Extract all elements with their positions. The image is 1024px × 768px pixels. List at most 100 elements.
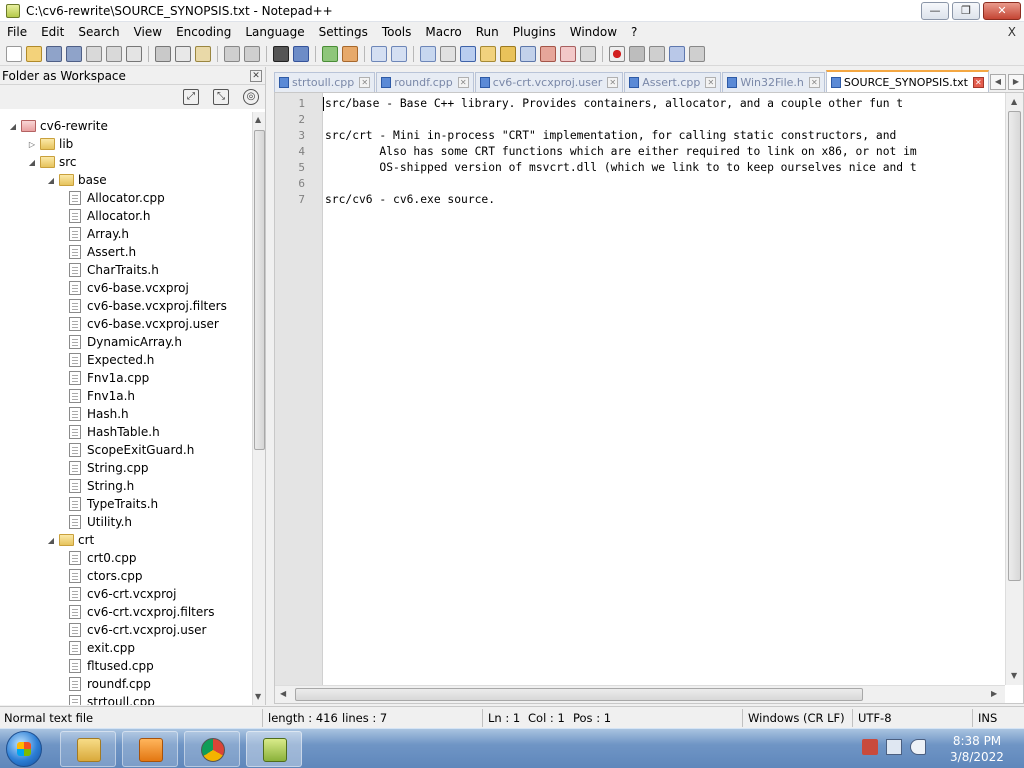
- sync-horizontal-icon[interactable]: [391, 45, 407, 62]
- tree-file[interactable]: cv6-crt.vcxproj.filters: [66, 603, 214, 621]
- cut-icon[interactable]: [155, 45, 171, 62]
- tree-file[interactable]: fltused.cpp: [66, 657, 154, 675]
- code-line[interactable]: Also has some CRT functions which are ei…: [325, 145, 916, 158]
- tree-file[interactable]: Allocator.h: [66, 207, 150, 225]
- panel-close-icon[interactable]: ✕: [250, 69, 262, 82]
- tree-file[interactable]: String.cpp: [66, 459, 148, 477]
- code-line[interactable]: src/cv6 - cv6.exe source.: [325, 193, 495, 206]
- collapse-arrow-icon[interactable]: ◢: [27, 158, 37, 167]
- tree-file[interactable]: cv6-crt.vcxproj: [66, 585, 176, 603]
- tab-source-synopsis[interactable]: SOURCE_SYNOPSIS.txt ✕: [825, 70, 989, 92]
- tree-file[interactable]: ScopeExitGuard.h: [66, 441, 194, 459]
- scroll-down-arrow-icon[interactable]: ▼: [1011, 671, 1017, 680]
- status-eol-format[interactable]: Windows (CR LF): [748, 711, 845, 725]
- code-area[interactable]: src/base - Base C++ library. Provides co…: [323, 93, 1005, 685]
- code-line[interactable]: src/base - Base C++ library. Provides co…: [325, 97, 903, 110]
- menu-plugins[interactable]: Plugins: [506, 25, 563, 39]
- tab-close-icon[interactable]: ✕: [359, 77, 371, 88]
- editor-horizontal-scroll-thumb[interactable]: [295, 688, 863, 701]
- tree-node-crt[interactable]: ◢ crt: [46, 531, 94, 549]
- tab-cv6-crt-vcxproj-user[interactable]: cv6-crt.vcxproj.user ✕: [474, 72, 624, 92]
- tree-file[interactable]: CharTraits.h: [66, 261, 159, 279]
- show-all-characters-icon[interactable]: [440, 45, 456, 62]
- tab-scroll-right-icon[interactable]: ▶: [1008, 74, 1024, 90]
- menu-view[interactable]: View: [127, 25, 169, 39]
- scroll-down-arrow-icon[interactable]: ▼: [255, 692, 261, 701]
- tree-file[interactable]: Allocator.cpp: [66, 189, 165, 207]
- code-line[interactable]: OS-shipped version of msvcrt.dll (which …: [325, 161, 916, 174]
- close-window-button[interactable]: ✕: [983, 1, 1021, 20]
- scroll-left-arrow-icon[interactable]: ◀: [280, 689, 286, 698]
- tree-node-lib[interactable]: ▷ lib: [27, 135, 73, 153]
- tree-file[interactable]: cv6-crt.vcxproj.user: [66, 621, 206, 639]
- save-all-icon[interactable]: [66, 45, 82, 62]
- minimize-button[interactable]: —: [921, 1, 949, 20]
- tree-file[interactable]: Expected.h: [66, 351, 154, 369]
- menu-search[interactable]: Search: [71, 25, 126, 39]
- network-icon[interactable]: [886, 739, 902, 755]
- print-icon[interactable]: [126, 45, 142, 62]
- indent-guide-icon[interactable]: [460, 45, 476, 62]
- collapse-arrow-icon[interactable]: ◢: [8, 122, 18, 131]
- open-file-icon[interactable]: [26, 45, 42, 62]
- tree-file[interactable]: Hash.h: [66, 405, 129, 423]
- close-file-icon[interactable]: [86, 45, 102, 62]
- tab-close-icon[interactable]: ✕: [972, 76, 984, 88]
- text-editor[interactable]: 1 2 3 4 5 6 7 src/base - Base C++ librar…: [274, 92, 1024, 704]
- taskbar-notepad-plus-plus[interactable]: [246, 731, 302, 767]
- menu-language[interactable]: Language: [238, 25, 311, 39]
- undo-icon[interactable]: [224, 45, 240, 62]
- function-list-icon[interactable]: [520, 45, 536, 62]
- tree-file[interactable]: HashTable.h: [66, 423, 160, 441]
- tree-vertical-scrollbar[interactable]: ▲ ▼: [252, 112, 265, 705]
- menu-file[interactable]: File: [0, 25, 34, 39]
- menu-window[interactable]: Window: [563, 25, 624, 39]
- expand-all-icon[interactable]: ⤢: [183, 89, 199, 105]
- menu-encoding[interactable]: Encoding: [169, 25, 238, 39]
- paste-icon[interactable]: [195, 45, 211, 62]
- volume-icon[interactable]: [910, 739, 926, 755]
- menu-macro[interactable]: Macro: [418, 25, 468, 39]
- tree-file[interactable]: exit.cpp: [66, 639, 135, 657]
- save-icon[interactable]: [46, 45, 62, 62]
- expand-arrow-icon[interactable]: ▷: [27, 140, 37, 149]
- replace-icon[interactable]: [293, 45, 309, 62]
- tree-scroll-thumb[interactable]: [254, 130, 265, 450]
- start-button-icon[interactable]: [6, 731, 42, 767]
- zoom-out-icon[interactable]: [342, 45, 358, 62]
- status-encoding[interactable]: UTF-8: [858, 711, 892, 725]
- tree-file[interactable]: cv6-base.vcxproj.filters: [66, 297, 227, 315]
- tab-roundf[interactable]: roundf.cpp ✕: [376, 72, 474, 92]
- tree-file[interactable]: cv6-base.vcxproj: [66, 279, 189, 297]
- code-line[interactable]: src/crt - Mini in-process "CRT" implemen…: [325, 129, 896, 142]
- tree-file[interactable]: String.h: [66, 477, 134, 495]
- folder-workspace-icon[interactable]: [540, 45, 556, 62]
- tree-file[interactable]: Fnv1a.cpp: [66, 369, 149, 387]
- tab-close-icon[interactable]: ✕: [705, 77, 717, 88]
- zoom-in-icon[interactable]: [322, 45, 338, 62]
- monitoring-icon[interactable]: [560, 45, 576, 62]
- sync-vertical-icon[interactable]: [371, 45, 387, 62]
- tab-scroll-left-icon[interactable]: ◀: [990, 74, 1006, 90]
- stop-macro-icon[interactable]: [629, 45, 645, 62]
- collapse-arrow-icon[interactable]: ◢: [46, 176, 56, 185]
- tree-file[interactable]: Array.h: [66, 225, 129, 243]
- find-icon[interactable]: [273, 45, 289, 62]
- tab-strtoull[interactable]: strtoull.cpp ✕: [274, 72, 376, 92]
- tree-file[interactable]: TypeTraits.h: [66, 495, 158, 513]
- locate-current-file-icon[interactable]: ◎: [243, 89, 259, 105]
- new-file-icon[interactable]: [6, 45, 22, 62]
- tab-close-icon[interactable]: ✕: [808, 77, 820, 88]
- eye-icon[interactable]: [580, 45, 596, 62]
- editor-horizontal-scrollbar[interactable]: ◀ ▶: [275, 685, 1005, 703]
- save-macro-icon[interactable]: [689, 45, 705, 62]
- maximize-button[interactable]: ❐: [952, 1, 980, 20]
- play-macro-icon[interactable]: [649, 45, 665, 62]
- status-insert-mode[interactable]: INS: [978, 711, 997, 725]
- word-wrap-icon[interactable]: [420, 45, 436, 62]
- scroll-up-arrow-icon[interactable]: ▲: [1011, 97, 1017, 106]
- tree-file[interactable]: roundf.cpp: [66, 675, 151, 693]
- menu-edit[interactable]: Edit: [34, 25, 71, 39]
- menu-help[interactable]: ?: [624, 25, 644, 39]
- menu-settings[interactable]: Settings: [312, 25, 375, 39]
